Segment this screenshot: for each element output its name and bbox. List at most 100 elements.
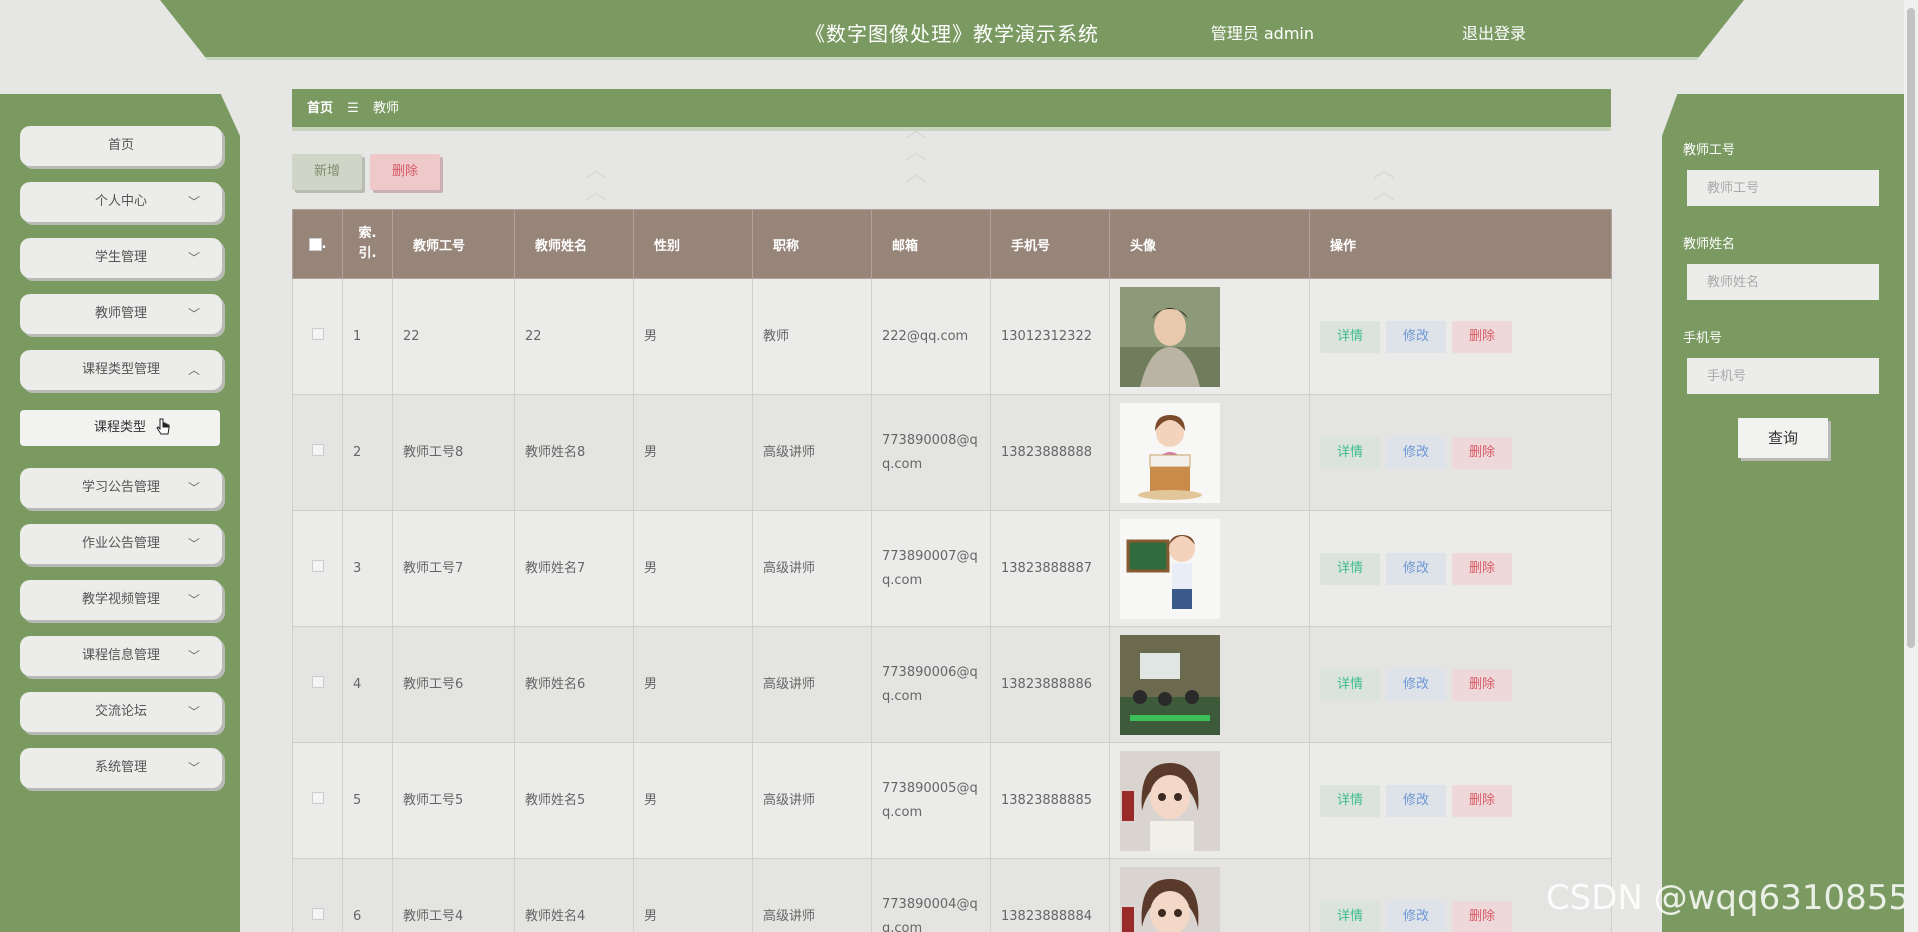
chevron-down-icon: ﹀ (187, 705, 200, 719)
select-all-checkbox[interactable] (308, 237, 322, 251)
detail-button[interactable]: 详情 (1320, 436, 1380, 469)
row-checkbox[interactable] (311, 559, 324, 572)
sidebar-item-label: 系统管理 (94, 760, 147, 775)
cell-teacher-name: 教师姓名5 (514, 742, 634, 859)
cell-gender: 男 (633, 510, 753, 627)
edit-button[interactable]: 修改 (1386, 436, 1446, 469)
avatar-cartoon-teacher[interactable] (1120, 518, 1220, 619)
chevron-up-icon: ︿ (187, 363, 200, 377)
detail-button[interactable]: 详情 (1320, 784, 1380, 817)
table-row: 1 22 22 男 教师 222@qq.com 13012312322 详情 修… (292, 278, 1612, 395)
sidebar-item-course-type-management[interactable]: 课程类型管理 ︿ (20, 350, 222, 390)
avatar-photo-boy[interactable] (1120, 286, 1220, 387)
teacher-name-input[interactable] (1687, 264, 1879, 300)
delete-button[interactable]: 删除 (1452, 668, 1512, 701)
cell-title: 教师 (752, 278, 872, 395)
cell-title: 高级讲师 (752, 510, 872, 627)
watermark: CSDN @wqq6310855 (1545, 878, 1910, 918)
edit-button[interactable]: 修改 (1386, 900, 1446, 932)
teacher-no-input[interactable] (1687, 170, 1879, 206)
sidebar-item-personal-center[interactable]: 个人中心 ﹀ (20, 182, 222, 222)
avatar-cartoon-girl[interactable] (1120, 750, 1220, 851)
cell-actions: 详情 修改 删除 (1309, 394, 1612, 511)
column-header-gender: 性别 (633, 209, 753, 279)
chevron-down-icon: ﹀ (187, 761, 200, 775)
sidebar-item-home[interactable]: 首页 (20, 126, 222, 166)
column-header-avatar: 头像 (1109, 209, 1310, 279)
sidebar-item-course-info-management[interactable]: 课程信息管理 ﹀ (20, 636, 222, 676)
chevron-down-icon: ﹀ (187, 593, 200, 607)
avatar-cartoon-reader[interactable] (1120, 402, 1220, 503)
column-header-teacher-no: 教师工号 (392, 209, 515, 279)
chevron-down-icon: ﹀ (187, 481, 200, 495)
detail-button[interactable]: 详情 (1320, 668, 1380, 701)
current-user: 管理员 admin (1210, 24, 1314, 43)
sidebar-item-student-management[interactable]: 学生管理 ﹀ (20, 238, 222, 278)
cell-index: 4 (342, 626, 393, 743)
cell-email: 773890008@qq.com (871, 394, 991, 511)
index-header-line2: 引. (358, 246, 377, 261)
cell-email: 222@qq.com (871, 278, 991, 395)
cell-teacher-name: 教师姓名7 (514, 510, 634, 627)
detail-button[interactable]: 详情 (1320, 552, 1380, 585)
sidebar-item-teacher-management[interactable]: 教师管理 ﹀ (20, 294, 222, 334)
delete-button[interactable]: 删除 (1452, 320, 1512, 353)
column-header-teacher-name: 教师姓名 (514, 209, 634, 279)
sidebar-item-label: 个人中心 (94, 194, 147, 209)
add-button[interactable]: 新增 (292, 154, 362, 190)
cell-index: 3 (342, 510, 393, 627)
cell-phone: 13823888885 (990, 742, 1110, 859)
sidebar-item-label: 教学视频管理 (81, 592, 160, 607)
row-checkbox[interactable] (311, 907, 324, 920)
detail-button[interactable]: 详情 (1320, 320, 1380, 353)
sidebar-item-forum[interactable]: 交流论坛 ﹀ (20, 692, 222, 732)
top-header: 《数字图像处理》教学演示系统 管理员 admin 退出登录 (160, 0, 1744, 60)
delete-button[interactable]: 删除 (1452, 784, 1512, 817)
phone-input[interactable] (1687, 358, 1879, 394)
sidebar-item-study-notice-management[interactable]: 学习公告管理 ﹀ (20, 468, 222, 508)
sidebar-item-label: 交流论坛 (94, 704, 147, 719)
batch-delete-button[interactable]: 删除 (370, 154, 440, 190)
edit-button[interactable]: 修改 (1386, 784, 1446, 817)
breadcrumb-separator-icon: ☰ (347, 101, 359, 116)
scrollbar-thumb[interactable] (1907, 8, 1915, 648)
cell-index: 5 (342, 742, 393, 859)
cell-avatar (1109, 626, 1310, 743)
column-header-actions: 操作 (1309, 209, 1612, 279)
delete-button[interactable]: 删除 (1452, 552, 1512, 585)
page-scrollbar[interactable] (1904, 0, 1918, 932)
column-header-email: 邮箱 (871, 209, 991, 279)
sidebar-item-label: 首页 (107, 138, 134, 153)
row-checkbox[interactable] (311, 443, 324, 456)
edit-button[interactable]: 修改 (1386, 320, 1446, 353)
edit-button[interactable]: 修改 (1386, 668, 1446, 701)
avatar-photo-classroom[interactable] (1120, 634, 1220, 735)
row-checkbox[interactable] (311, 327, 324, 340)
logout-link[interactable]: 退出登录 (1462, 20, 1526, 44)
sidebar-item-label: 课程类型管理 (81, 362, 160, 377)
sidebar-item-video-management[interactable]: 教学视频管理 ﹀ (20, 580, 222, 620)
chevron-down-icon: ﹀ (187, 195, 200, 209)
cell-title: 高级讲师 (752, 394, 872, 511)
delete-button[interactable]: 删除 (1452, 900, 1512, 932)
query-button[interactable]: 查询 (1738, 418, 1828, 458)
row-checkbox[interactable] (311, 675, 324, 688)
cell-teacher-no: 教师工号7 (392, 510, 515, 627)
chevron-down-icon: ﹀ (187, 537, 200, 551)
row-checkbox[interactable] (311, 791, 324, 804)
avatar-cartoon-girl[interactable] (1120, 866, 1220, 932)
sidebar-item-label: 作业公告管理 (81, 536, 160, 551)
sidebar-item-system-management[interactable]: 系统管理 ﹀ (20, 748, 222, 788)
sidebar-subitem-course-type[interactable]: 课程类型 (20, 410, 220, 446)
detail-button[interactable]: 详情 (1320, 900, 1380, 932)
sidebar-item-label: 课程信息管理 (81, 648, 160, 663)
row-select-cell (292, 510, 343, 627)
delete-button[interactable]: 删除 (1452, 436, 1512, 469)
sidebar-item-homework-notice-management[interactable]: 作业公告管理 ﹀ (20, 524, 222, 564)
edit-button[interactable]: 修改 (1386, 552, 1446, 585)
cell-email: 773890005@qq.com (871, 742, 991, 859)
cell-gender: 男 (633, 626, 753, 743)
cell-teacher-name: 教师姓名8 (514, 394, 634, 511)
column-header-index: 索. 引. (342, 209, 393, 279)
breadcrumb-home[interactable]: 首页 (307, 101, 333, 116)
